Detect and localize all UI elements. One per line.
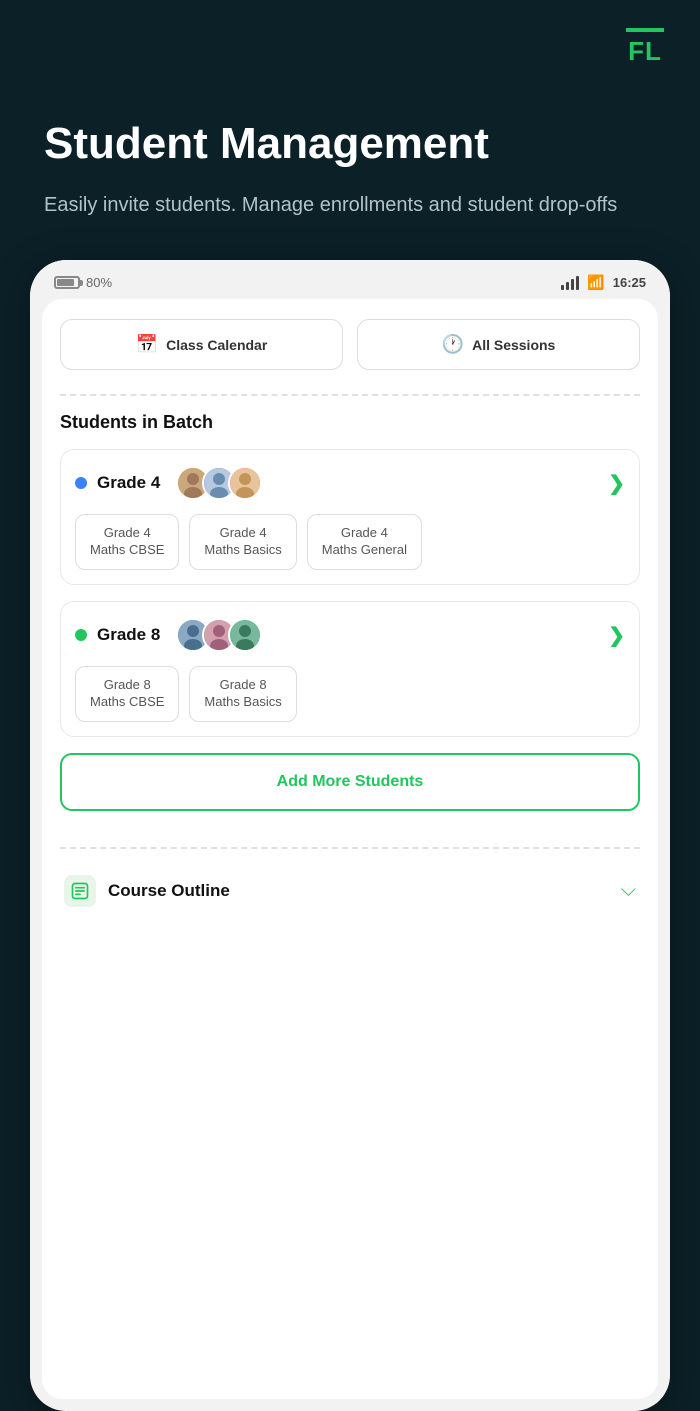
grade4-avatars	[176, 466, 262, 500]
grade8-card: Grade 8	[60, 601, 640, 737]
phone-inner: 80% 📶 16:25 📅	[30, 260, 670, 1411]
class-calendar-label: Class Calendar	[166, 337, 267, 353]
grade4-dot	[75, 477, 87, 489]
signal-bar-3	[571, 279, 574, 290]
signal-bar-1	[561, 285, 564, 290]
battery-percent: 80%	[86, 275, 112, 290]
subject-g8-1[interactable]: Grade 8Maths CBSE	[75, 666, 179, 722]
wifi-icon: 📶	[587, 274, 604, 291]
subject-g4-3[interactable]: Grade 4Maths General	[307, 514, 422, 570]
grade4-header-left: Grade 4	[75, 466, 262, 500]
students-section-title: Students in Batch	[60, 412, 640, 433]
grade4-chevron[interactable]: ❯	[608, 471, 625, 496]
signal-bar-4	[576, 276, 579, 290]
course-outline-chevron[interactable]: ⌵	[621, 879, 636, 902]
battery-icon	[54, 276, 80, 289]
subject-g4-2[interactable]: Grade 4Maths Basics	[189, 514, 296, 570]
grade8-header: Grade 8	[75, 618, 625, 652]
subject-g8-2[interactable]: Grade 8Maths Basics	[189, 666, 296, 722]
signal-bar-2	[566, 282, 569, 290]
clock-time: 16:25	[613, 275, 646, 290]
main-title: Student Management	[44, 120, 656, 168]
grade8-chevron[interactable]: ❯	[608, 623, 625, 648]
logo-text: FL	[626, 36, 664, 67]
grade8-avatars	[176, 618, 262, 652]
subject-g4-1[interactable]: Grade 4Maths CBSE	[75, 514, 179, 570]
status-right: 📶 16:25	[561, 274, 646, 291]
status-bar: 80% 📶 16:25	[30, 260, 670, 299]
battery-fill	[57, 279, 74, 286]
grade4-subjects: Grade 4Maths CBSE Grade 4Maths Basics Gr…	[75, 514, 625, 570]
main-subtitle: Easily invite students. Manage enrollmen…	[44, 190, 656, 220]
all-sessions-button[interactable]: 🕐 All Sessions	[357, 319, 640, 370]
status-left: 80%	[54, 275, 112, 290]
grade8-dot	[75, 629, 87, 641]
all-sessions-label: All Sessions	[472, 337, 555, 353]
course-outline-left: Course Outline	[64, 875, 230, 907]
clock-icon: 🕐	[442, 334, 464, 355]
course-outline-row[interactable]: Course Outline ⌵	[60, 865, 640, 917]
divider-top	[60, 394, 640, 396]
logo-area: FL	[626, 28, 664, 67]
course-outline-icon	[64, 875, 96, 907]
phone-mockup: 80% 📶 16:25 📅	[30, 260, 670, 1411]
header-section: Student Management Easily invite student…	[0, 0, 700, 260]
calendar-icon: 📅	[136, 334, 158, 355]
logo-bar	[626, 28, 664, 32]
signal-icon	[561, 276, 579, 290]
add-students-button[interactable]: Add More Students	[60, 753, 640, 811]
page-wrapper: FL Student Management Easily invite stud…	[0, 0, 700, 1411]
avatar-g8-3	[228, 618, 262, 652]
class-calendar-button[interactable]: 📅 Class Calendar	[60, 319, 343, 370]
grade4-card: Grade 4	[60, 449, 640, 585]
grade8-header-left: Grade 8	[75, 618, 262, 652]
divider-bottom	[60, 847, 640, 849]
avatar-g4-3	[228, 466, 262, 500]
course-outline-title: Course Outline	[108, 881, 230, 901]
action-buttons: 📅 Class Calendar 🕐 All Sessions	[60, 319, 640, 370]
grade8-name: Grade 8	[97, 625, 160, 645]
grade8-subjects: Grade 8Maths CBSE Grade 8Maths Basics	[75, 666, 625, 722]
grade4-name: Grade 4	[97, 473, 160, 493]
grade4-header: Grade 4	[75, 466, 625, 500]
phone-content: 📅 Class Calendar 🕐 All Sessions Students…	[42, 299, 658, 1399]
